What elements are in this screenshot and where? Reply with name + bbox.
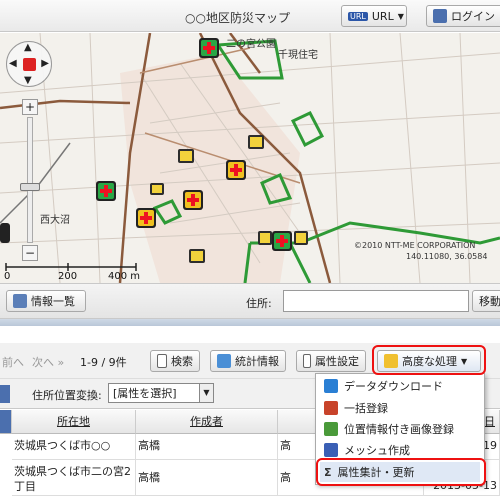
menu-item-geotagged-image[interactable]: 位置情報付き画像登録 <box>320 419 480 439</box>
home-icon[interactable] <box>23 58 36 71</box>
table-header-location[interactable]: 所在地 <box>12 410 136 434</box>
map-toolbar: 情報一覧 住所: 移動 <box>0 283 500 319</box>
map-area[interactable]: 二の宮公園 千現住宅 西大沼 ©2010 NTT-ME CORPORATION … <box>0 33 500 283</box>
table-cell-location: 茨城県つくば市○○ <box>12 434 136 460</box>
chevron-down-icon: ▼ <box>199 384 213 402</box>
result-count: 1-9 / 9件 <box>80 356 127 369</box>
select-all-header[interactable] <box>0 410 12 434</box>
attribute-select[interactable]: [属性を選択] ▼ <box>108 383 214 403</box>
pan-up-icon[interactable]: ▲ <box>24 42 32 53</box>
url-button-label: URL <box>371 9 394 23</box>
login-button[interactable]: ログイン <box>426 5 500 27</box>
table-cell-author: 高橋 <box>136 460 278 496</box>
table-header-author[interactable]: 作成者 <box>136 410 278 434</box>
download-icon <box>324 379 338 393</box>
search-button[interactable]: 検索 <box>150 350 200 372</box>
table-cell-location: 茨城県つくば市二の宮2丁目 <box>12 460 136 496</box>
table-icon <box>303 354 311 368</box>
document-icon <box>324 401 338 415</box>
place-label: 二の宮公園 <box>226 37 276 50</box>
zoom-out-button[interactable]: − <box>22 245 38 261</box>
pan-left-icon[interactable]: ◀ <box>9 58 17 69</box>
url-button[interactable]: URL URL ▼ <box>341 5 407 27</box>
svg-text:0: 0 <box>4 271 10 282</box>
prev-link[interactable]: 前へ <box>2 354 24 370</box>
page-title: ○○地区防災マップ <box>185 11 290 25</box>
map-coordinates: 140.11080, 36.0584 <box>406 252 487 261</box>
next-link[interactable]: 次へ » <box>32 354 64 370</box>
map-copyright: ©2010 NTT-ME CORPORATION <box>354 241 475 250</box>
menu-item-mesh-create[interactable]: メッシュ作成 <box>320 440 480 460</box>
place-label: 西大沼 <box>40 213 70 226</box>
address-label: 住所: <box>246 297 272 310</box>
place-label: 千現住宅 <box>278 48 318 61</box>
address-input[interactable] <box>283 290 469 312</box>
menu-item-bulk-register[interactable]: 一括登録 <box>320 398 480 418</box>
panel-splitter[interactable] <box>0 319 500 326</box>
pan-control[interactable]: ▲ ◀ ▶ ▼ <box>6 41 52 87</box>
zoom-track[interactable] <box>27 117 33 243</box>
pan-right-icon[interactable]: ▶ <box>41 58 49 69</box>
chevron-down-icon: ▼ <box>397 11 404 21</box>
zoom-in-button[interactable]: + <box>22 99 38 115</box>
address-conversion-label: 住所位置変換: <box>32 389 102 402</box>
attr-settings-button[interactable]: 属性設定 <box>296 350 366 372</box>
highlight-attr-aggregate <box>316 458 486 486</box>
grid-icon <box>324 443 338 457</box>
search-icon <box>157 354 167 368</box>
zoom-slider-handle[interactable] <box>20 183 40 191</box>
info-list-label: 情報一覧 <box>31 295 75 308</box>
svg-text:200: 200 <box>58 271 77 282</box>
highlight-advanced-button <box>372 345 486 375</box>
chart-icon <box>217 354 231 368</box>
info-list-button[interactable]: 情報一覧 <box>6 290 86 312</box>
map-canvas[interactable]: 二の宮公園 千現住宅 西大沼 ©2010 NTT-ME CORPORATION … <box>0 33 500 283</box>
pin-icon <box>324 422 338 436</box>
move-button[interactable]: 移動 <box>472 290 500 312</box>
move-label: 移動 <box>479 295 500 308</box>
top-bar: ○○地区防災マップ URL URL ▼ ログイン <box>0 0 500 32</box>
login-button-label: ログイン <box>451 10 495 23</box>
svg-text:400 m: 400 m <box>108 271 140 282</box>
table-cell-author: 高橋 <box>136 434 278 460</box>
login-icon <box>433 9 447 23</box>
stats-button[interactable]: 統計情報 <box>210 350 286 372</box>
list-icon <box>13 294 27 308</box>
pan-down-icon[interactable]: ▼ <box>24 75 32 86</box>
menu-item-data-download[interactable]: データダウンロード <box>320 376 480 396</box>
url-icon: URL <box>348 11 368 21</box>
collapse-icon[interactable] <box>0 385 10 403</box>
